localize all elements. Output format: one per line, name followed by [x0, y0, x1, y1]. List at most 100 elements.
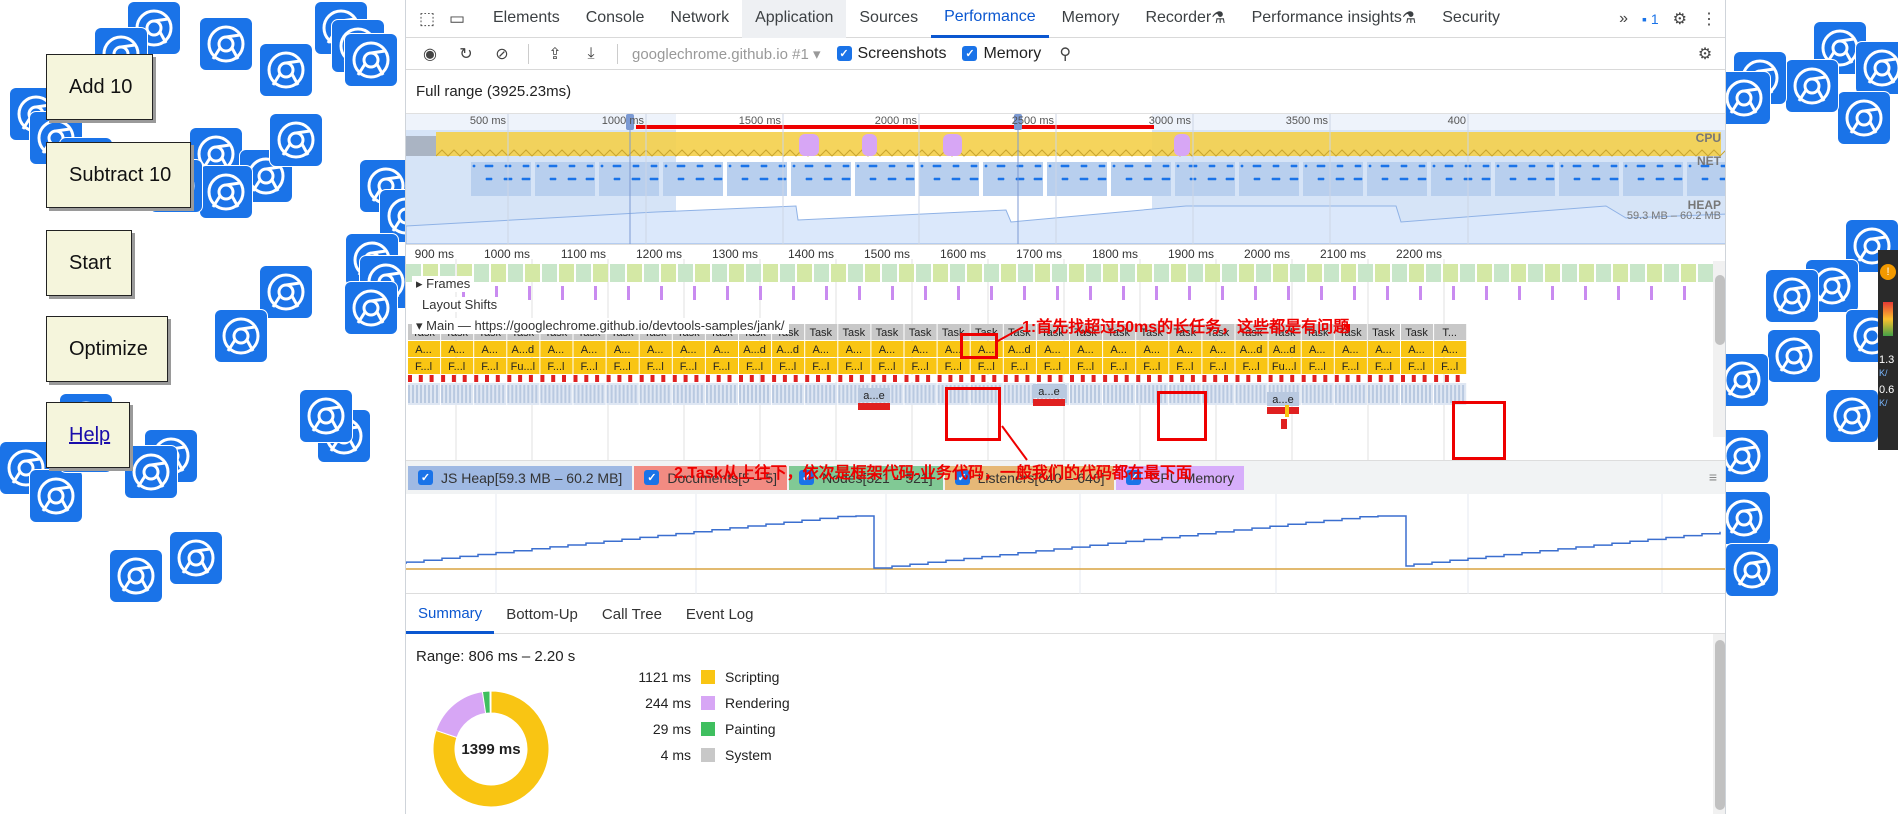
layout-shifts-label: Layout Shifts: [418, 297, 502, 312]
add-10-button[interactable]: Add 10: [46, 54, 153, 120]
svg-text:F...l: F...l: [1375, 361, 1392, 373]
chrome-logo-icon: [170, 532, 222, 584]
svg-text:F...l: F...l: [878, 361, 895, 373]
svg-text:F...l: F...l: [1176, 361, 1193, 373]
tab-recorder[interactable]: Recorder ⚗: [1132, 0, 1238, 38]
frames-track-label[interactable]: ▸ Frames: [412, 276, 475, 292]
gc-broom-icon[interactable]: ⚲: [1049, 44, 1081, 64]
more-tabs-icon[interactable]: »: [1619, 10, 1628, 28]
svg-text:A...: A...: [879, 344, 896, 356]
reload-record-icon[interactable]: ↻: [450, 44, 482, 64]
tab-network[interactable]: Network: [657, 0, 742, 38]
summary-scrollbar[interactable]: [1713, 634, 1725, 814]
svg-text:a...e: a...e: [1038, 386, 1059, 398]
subtract-10-button[interactable]: Subtract 10: [46, 142, 191, 208]
timeline-tick: 1900 ms: [1167, 247, 1214, 261]
screenshots-checkbox[interactable]: ✓ Screenshots: [836, 45, 946, 63]
more-menu-icon[interactable]: ⋮: [1701, 9, 1717, 29]
start-button[interactable]: Start: [46, 230, 132, 296]
svg-text:A...: A...: [846, 344, 863, 356]
svg-text:F...l: F...l: [448, 361, 465, 373]
category-swatch: [701, 670, 715, 684]
tab-security[interactable]: Security: [1429, 0, 1513, 38]
scrollbar-thumb[interactable]: [1715, 640, 1725, 810]
svg-text:A...: A...: [548, 344, 565, 356]
inspect-element-icon[interactable]: ⬚: [412, 0, 442, 38]
target-select[interactable]: googlechrome.github.io #1 ▾: [632, 45, 821, 63]
device-toggle-icon[interactable]: ▭: [442, 0, 472, 38]
svg-text:A...: A...: [415, 344, 432, 356]
scrollbar-thumb[interactable]: [1715, 275, 1725, 345]
summary-pane: Range: 806 ms – 2.20 s 1399 ms 1121 ms Sc…: [406, 634, 1725, 814]
svg-text:A...: A...: [1044, 344, 1061, 356]
capture-settings-icon[interactable]: ⚙: [1689, 44, 1721, 64]
memory-counter-label: JS Heap[59.3 MB – 60.2 MB]: [441, 469, 623, 486]
svg-text:T...: T...: [1442, 327, 1457, 339]
highlight-user-code: [1452, 401, 1506, 460]
optimize-button[interactable]: Optimize: [46, 316, 168, 382]
cpu-label: CPU: [1695, 131, 1721, 145]
svg-text:F...l: F...l: [845, 361, 862, 373]
svg-text:A...d: A...d: [512, 344, 535, 356]
highlight-user-code: [945, 387, 1001, 441]
timeline-tick: 1500 ms: [863, 247, 910, 261]
clear-icon[interactable]: ⊘: [486, 44, 518, 64]
tab-elements[interactable]: Elements: [480, 0, 573, 38]
upload-icon[interactable]: ⇪: [539, 44, 571, 64]
svg-text:A...: A...: [1143, 344, 1160, 356]
tab-memory[interactable]: Memory: [1049, 0, 1133, 38]
svg-text:a...e: a...e: [1272, 394, 1293, 406]
help-link[interactable]: Help: [46, 402, 130, 468]
svg-text:A...: A...: [1342, 344, 1359, 356]
svg-text:Task: Task: [1405, 327, 1428, 339]
tab-application[interactable]: Application: [742, 0, 847, 38]
summary-value: 1121 ms: [638, 669, 691, 685]
tab-performance-insights[interactable]: Performance insights ⚗: [1239, 0, 1430, 38]
svg-text:A...: A...: [912, 344, 929, 356]
chrome-logo-icon: [110, 550, 162, 602]
tab-performance[interactable]: Performance: [931, 0, 1049, 38]
demo-page-right: ! 1.3 K/ 0.6 K/: [1726, 0, 1898, 814]
memory-checkbox[interactable]: ✓ Memory: [962, 45, 1041, 63]
tab-summary[interactable]: Summary: [406, 596, 495, 634]
svg-text:Task: Task: [1372, 327, 1395, 339]
download-icon[interactable]: ⤓: [575, 45, 607, 63]
main-track-label[interactable]: ▾ Main — https://googlechrome.github.io/…: [412, 318, 789, 334]
tab-sources[interactable]: Sources: [846, 0, 931, 38]
svg-text:F...l: F...l: [1011, 361, 1028, 373]
svg-text:Task: Task: [909, 327, 932, 339]
checkbox-icon: ✓: [644, 470, 660, 485]
timeline-tick: 1800 ms: [1091, 247, 1138, 261]
issues-badge[interactable]: ▪ 1: [1642, 11, 1659, 27]
flame-chart[interactable]: 900 ms 1000 ms 1100 ms 1200 ms 1300 ms 1400 m…: [406, 244, 1725, 461]
svg-text:A...: A...: [1309, 344, 1326, 356]
overview-tick: 500 ms: [469, 115, 506, 127]
chrome-logo-icon: [345, 282, 397, 334]
tab-call-tree[interactable]: Call Tree: [590, 596, 674, 634]
svg-text:Task: Task: [843, 327, 866, 339]
svg-text:A...: A...: [1441, 344, 1458, 356]
timeline-tick: 900 ms: [414, 247, 454, 261]
summary-total: 1399 ms: [461, 741, 521, 758]
settings-icon[interactable]: ⚙: [1673, 9, 1687, 29]
svg-text:F...l: F...l: [1408, 361, 1425, 373]
record-icon[interactable]: ◉: [414, 44, 446, 64]
svg-text:Fu...l: Fu...l: [511, 361, 535, 373]
svg-text:F...l: F...l: [812, 361, 829, 373]
svg-text:F...l: F...l: [1044, 361, 1061, 373]
timeline-scrollbar[interactable]: [1713, 261, 1725, 437]
summary-row: 1121 ms Scripting: [611, 667, 911, 687]
svg-text:A...d: A...d: [776, 344, 799, 356]
drag-handle-icon[interactable]: ≡: [1709, 469, 1717, 485]
timeline-overview[interactable]: CPU NET HEAP 59.3 MB – 60.2 MB 500 ms 100…: [406, 114, 1725, 245]
svg-text:A...d: A...d: [1008, 344, 1031, 356]
tab-console[interactable]: Console: [573, 0, 658, 38]
full-range-bar: Full range (3925.23ms): [406, 70, 1725, 114]
svg-text:A...: A...: [581, 344, 598, 356]
svg-text:F...l: F...l: [1110, 361, 1127, 373]
svg-text:F...l: F...l: [779, 361, 796, 373]
memory-counter-toggle[interactable]: ✓ JS Heap[59.3 MB – 60.2 MB]: [408, 465, 633, 490]
tab-bottom-up[interactable]: Bottom-Up: [494, 596, 590, 634]
tab-event-log[interactable]: Event Log: [674, 596, 766, 634]
svg-text:F...l: F...l: [481, 361, 498, 373]
